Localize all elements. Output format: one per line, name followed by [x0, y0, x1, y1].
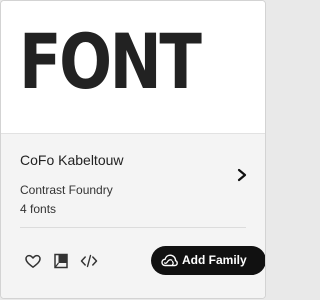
- creative-cloud-icon: [161, 254, 178, 267]
- foundry-name[interactable]: Contrast Foundry: [20, 183, 113, 197]
- add-family-label: Add Family: [182, 253, 247, 267]
- book-icon[interactable]: [52, 253, 70, 269]
- family-name[interactable]: CoFo Kabeltouw: [20, 152, 124, 168]
- card-details: CoFo Kabeltouw Contrast Foundry 4 fonts: [1, 134, 265, 298]
- font-preview-text: FONT: [19, 17, 202, 106]
- chevron-right-icon[interactable]: [236, 168, 248, 182]
- add-family-button[interactable]: Add Family: [151, 246, 265, 275]
- divider: [20, 227, 246, 228]
- code-icon[interactable]: [80, 253, 98, 269]
- font-family-card[interactable]: FONT CoFo Kabeltouw Contrast Foundry 4 f…: [0, 0, 266, 299]
- font-preview[interactable]: FONT: [1, 1, 265, 134]
- font-count: 4 fonts: [20, 202, 57, 216]
- heart-icon[interactable]: [24, 253, 42, 269]
